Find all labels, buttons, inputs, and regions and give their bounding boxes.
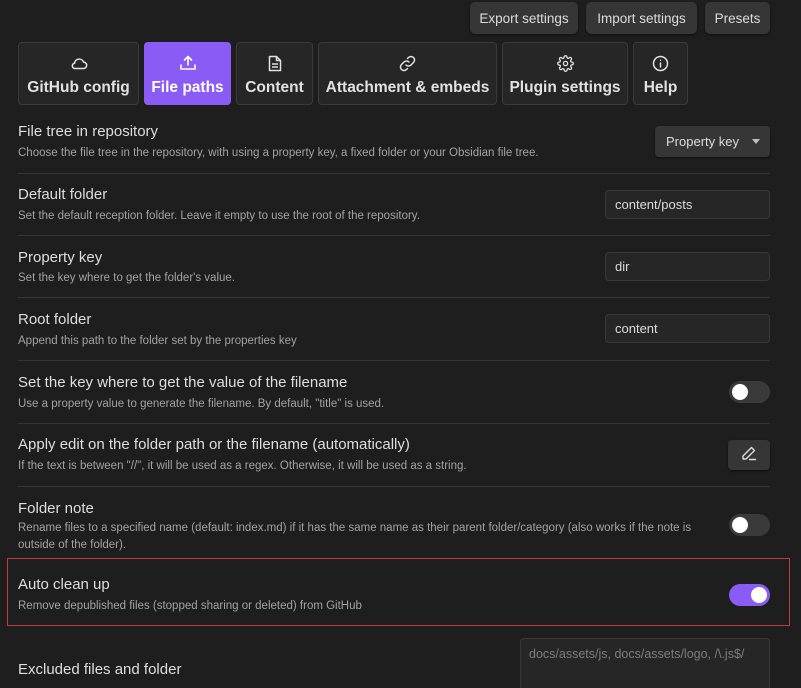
setting-root-folder: Root folder Append this path to the fold… — [18, 297, 770, 360]
setting-description: Choose the file tree in the repository, … — [18, 147, 539, 159]
file-tree-dropdown[interactable]: Property key — [655, 126, 770, 157]
export-settings-button[interactable]: Export settings — [470, 2, 578, 34]
setting-name: File tree in repository — [18, 123, 159, 140]
edit-button[interactable] — [728, 440, 770, 470]
pencil-icon — [741, 445, 757, 466]
setting-description: Set the default reception folder. Leave … — [18, 210, 420, 222]
excluded-textarea[interactable]: docs/assets/js, docs/assets/logo, /\.js$… — [520, 638, 770, 688]
tab-file-paths[interactable]: File paths — [144, 42, 231, 105]
setting-name: Root folder — [18, 311, 92, 328]
tab-label: Plugin settings — [509, 79, 621, 96]
toggle-knob — [732, 517, 748, 533]
gear-icon — [556, 54, 574, 72]
setting-description: Set the key where to get the folder's va… — [18, 272, 235, 284]
tab-label: File paths — [151, 79, 224, 96]
tab-attachment-embeds[interactable]: Attachment & embeds — [318, 42, 497, 105]
chevron-down-icon — [752, 139, 760, 144]
setting-name: Folder note — [18, 500, 94, 517]
tab-plugin-settings[interactable]: Plugin settings — [502, 42, 628, 105]
setting-name: Set the key where to get the value of th… — [18, 374, 348, 391]
dropdown-value: Property key — [666, 134, 739, 149]
toggle-knob — [732, 384, 748, 400]
tab-label: Help — [643, 79, 678, 96]
setting-file-tree: File tree in repository Choose the file … — [18, 112, 770, 173]
setting-default-folder: Default folder Set the default reception… — [18, 173, 770, 235]
setting-name: Apply edit on the folder path or the fil… — [18, 436, 410, 453]
setting-property-key: Property key Set the key where to get th… — [18, 235, 770, 297]
setting-name: Default folder — [18, 186, 108, 203]
cloud-icon — [70, 54, 88, 72]
upload-icon — [179, 54, 197, 72]
tab-content[interactable]: Content — [236, 42, 313, 105]
filename-key-toggle[interactable] — [729, 381, 770, 403]
tab-github-config[interactable]: GitHub config — [18, 42, 139, 105]
setting-description: Use a property value to generate the fil… — [18, 398, 385, 410]
default-folder-input[interactable]: content/posts — [605, 190, 770, 219]
setting-folder-note: Folder note Rename files to a specified … — [18, 486, 770, 558]
setting-description: Append this path to the folder set by th… — [18, 335, 297, 347]
folder-note-toggle[interactable] — [729, 514, 770, 536]
setting-name: Property key — [18, 249, 103, 266]
import-settings-button[interactable]: Import settings — [586, 2, 697, 34]
highlight-box — [7, 558, 790, 626]
setting-description: If the text is between "//", it will be … — [18, 460, 467, 472]
link-icon — [399, 54, 416, 72]
info-icon — [652, 54, 669, 72]
presets-button[interactable]: Presets — [705, 2, 770, 34]
setting-apply-edit: Apply edit on the folder path or the fil… — [18, 423, 770, 486]
property-key-input[interactable]: dir — [605, 252, 770, 281]
setting-filename-key: Set the key where to get the value of th… — [18, 360, 770, 423]
tab-label: Attachment & embeds — [325, 79, 490, 96]
tab-help[interactable]: Help — [633, 42, 688, 105]
root-folder-input[interactable]: content — [605, 314, 770, 343]
tab-label: Content — [245, 79, 304, 96]
plugin-settings-panel: Export settings Import settings Presets … — [0, 0, 801, 688]
setting-name: Excluded files and folder — [18, 661, 182, 678]
file-text-icon — [268, 54, 282, 72]
setting-description: Rename files to a specified name (defaul… — [18, 522, 692, 551]
tab-label: GitHub config — [27, 79, 130, 96]
